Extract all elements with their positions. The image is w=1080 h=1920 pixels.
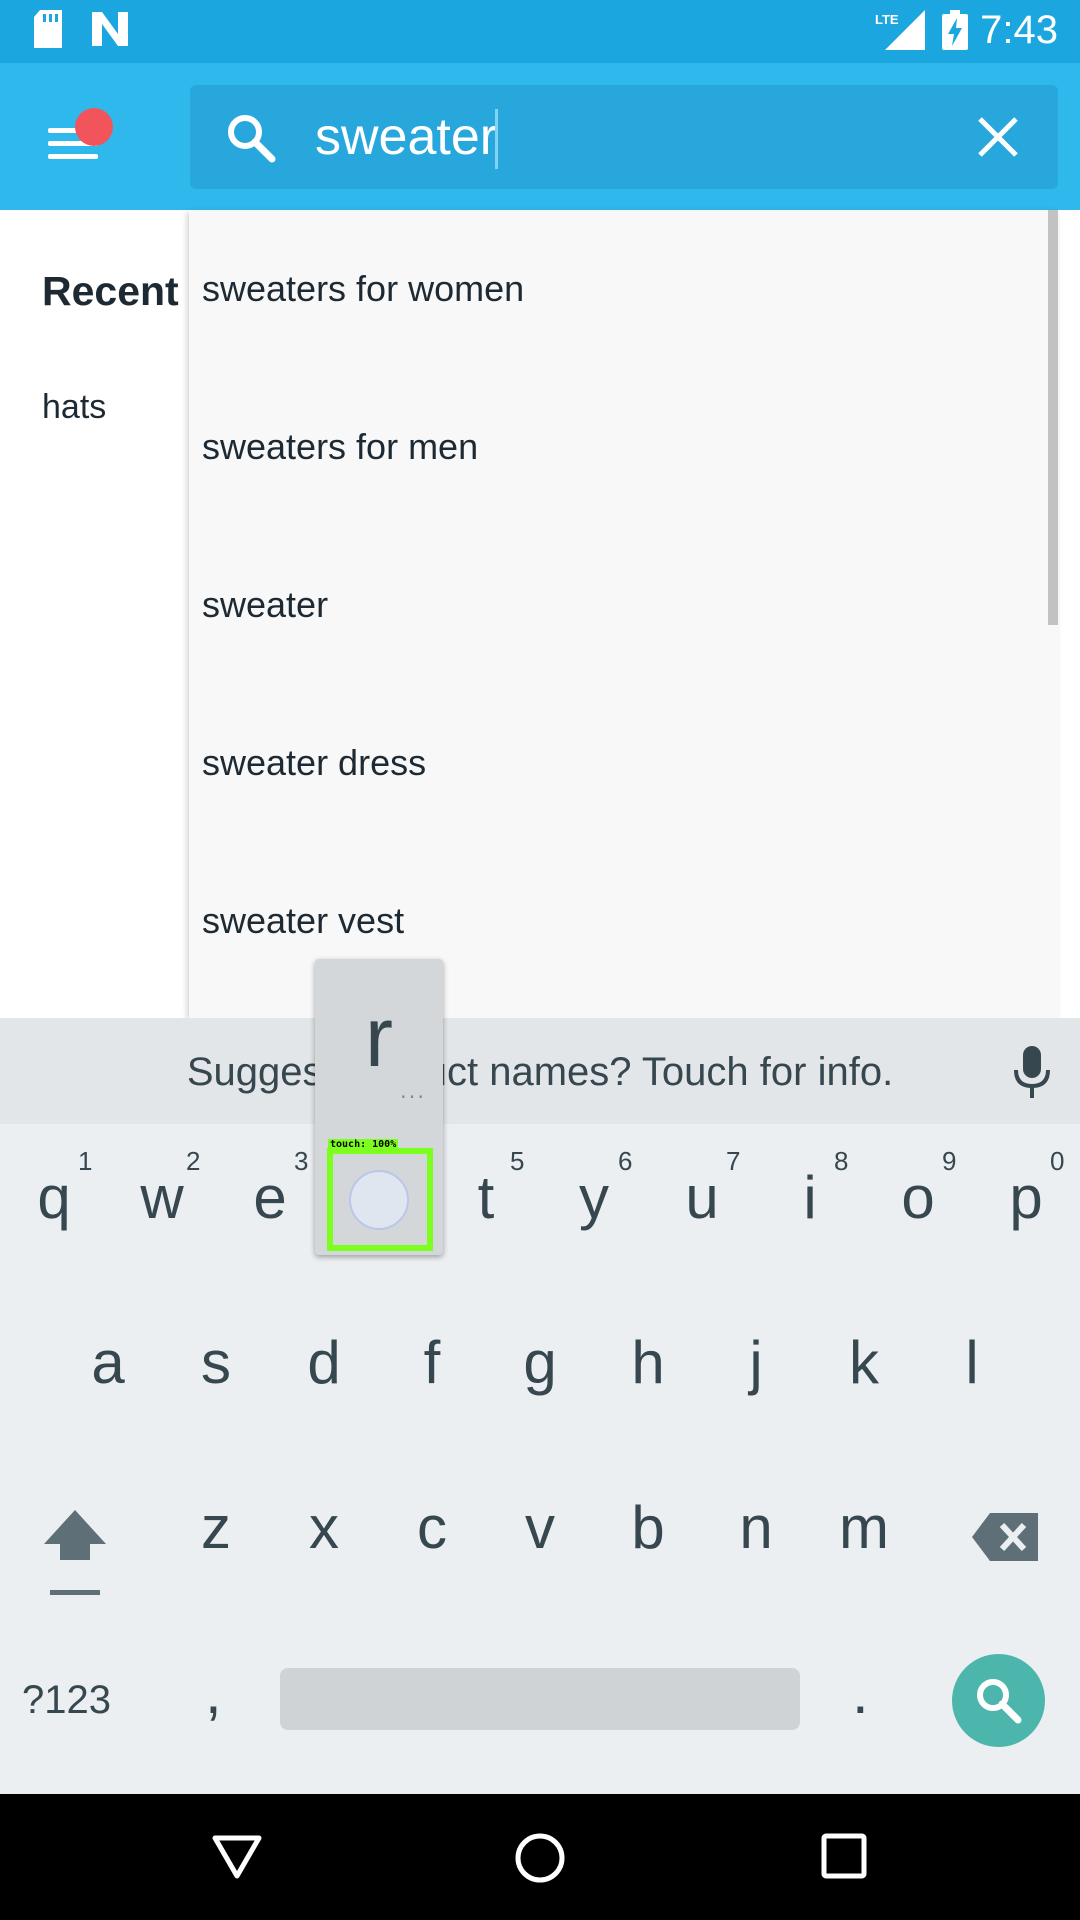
clock: 7:43 [980, 8, 1058, 52]
key-b[interactable]: b [594, 1493, 702, 1562]
scrollbar[interactable] [1048, 210, 1058, 625]
key-hint: 8 [834, 1146, 849, 1176]
key-g[interactable]: g [486, 1328, 594, 1397]
sd-card-icon [32, 10, 64, 53]
period-key[interactable]: . [852, 1658, 869, 1727]
notification-n-icon [90, 10, 130, 53]
key-v[interactable]: v [486, 1493, 594, 1562]
key-hint: 2 [186, 1146, 201, 1176]
notification-badge [75, 108, 113, 146]
lte-signal-icon: LTE [875, 10, 925, 55]
key-c[interactable]: c [378, 1493, 486, 1562]
search-icon [974, 1676, 1024, 1731]
suggestion-item[interactable]: sweaters for women [202, 210, 1022, 368]
close-icon[interactable] [976, 115, 1020, 164]
suggestion-item[interactable]: sweater dress [202, 684, 1022, 842]
home-icon[interactable] [514, 1832, 566, 1889]
key-hint: 1 [78, 1146, 93, 1176]
recent-heading: Recent [42, 268, 179, 314]
key-preview-letter: r [365, 990, 393, 1084]
key-m[interactable]: m [810, 1493, 918, 1562]
more-keys-indicator: ... [400, 1077, 427, 1104]
search-box[interactable]: sweater [190, 85, 1058, 189]
app-bar: sweater [0, 63, 1080, 210]
key-h[interactable]: h [594, 1328, 702, 1397]
recent-item[interactable]: hats [42, 388, 106, 427]
key-n[interactable]: n [702, 1493, 810, 1562]
key-s[interactable]: s [162, 1328, 270, 1397]
key-a[interactable]: a [54, 1328, 162, 1397]
key-k[interactable]: k [810, 1328, 918, 1397]
key-hint: 5 [510, 1146, 525, 1176]
suggestion-strip[interactable]: Suggest product names? Touch for info. [0, 1018, 1080, 1124]
status-bar: LTE 7:43 [0, 0, 1080, 63]
microphone-icon[interactable] [1012, 1046, 1052, 1105]
suggestion-strip-text: Suggest product names? Touch for info. [186, 1050, 894, 1094]
key-hint: 6 [618, 1146, 633, 1176]
key-z[interactable]: z [162, 1493, 270, 1562]
soft-keyboard: Suggest product names? Touch for info. q… [0, 1018, 1080, 1794]
key-j[interactable]: j [702, 1328, 810, 1397]
battery-charging-icon [942, 10, 968, 55]
backspace-icon[interactable] [972, 1513, 1038, 1566]
comma-key[interactable]: , [205, 1658, 222, 1727]
key-d[interactable]: d [270, 1328, 378, 1397]
suggestion-item[interactable]: sweater [202, 526, 1022, 684]
touch-point [349, 1170, 409, 1230]
key-hint: 3 [294, 1146, 309, 1176]
key-hint: 9 [942, 1146, 957, 1176]
search-icon [226, 113, 276, 168]
space-bar[interactable] [280, 1668, 800, 1730]
symbols-key[interactable]: ?123 [22, 1678, 111, 1723]
key-hint: 0 [1050, 1146, 1065, 1176]
navigation-bar [0, 1794, 1080, 1920]
svg-text:LTE: LTE [875, 12, 899, 27]
suggestion-item[interactable]: sweaters for men [202, 368, 1022, 526]
key-x[interactable]: x [270, 1493, 378, 1562]
recents-icon[interactable] [820, 1832, 868, 1885]
key-f[interactable]: f [378, 1328, 486, 1397]
menu-button[interactable] [40, 108, 113, 178]
keyboard-search-button[interactable] [952, 1654, 1045, 1747]
key-hint: 7 [726, 1146, 741, 1176]
search-input[interactable]: sweater [315, 107, 497, 167]
key-l[interactable]: l [918, 1328, 1026, 1397]
suggestions-dropdown: sweaters for women sweaters for men swea… [189, 210, 1058, 1018]
text-cursor [495, 109, 498, 169]
shift-icon[interactable] [42, 1508, 108, 1603]
back-icon[interactable] [212, 1832, 262, 1887]
